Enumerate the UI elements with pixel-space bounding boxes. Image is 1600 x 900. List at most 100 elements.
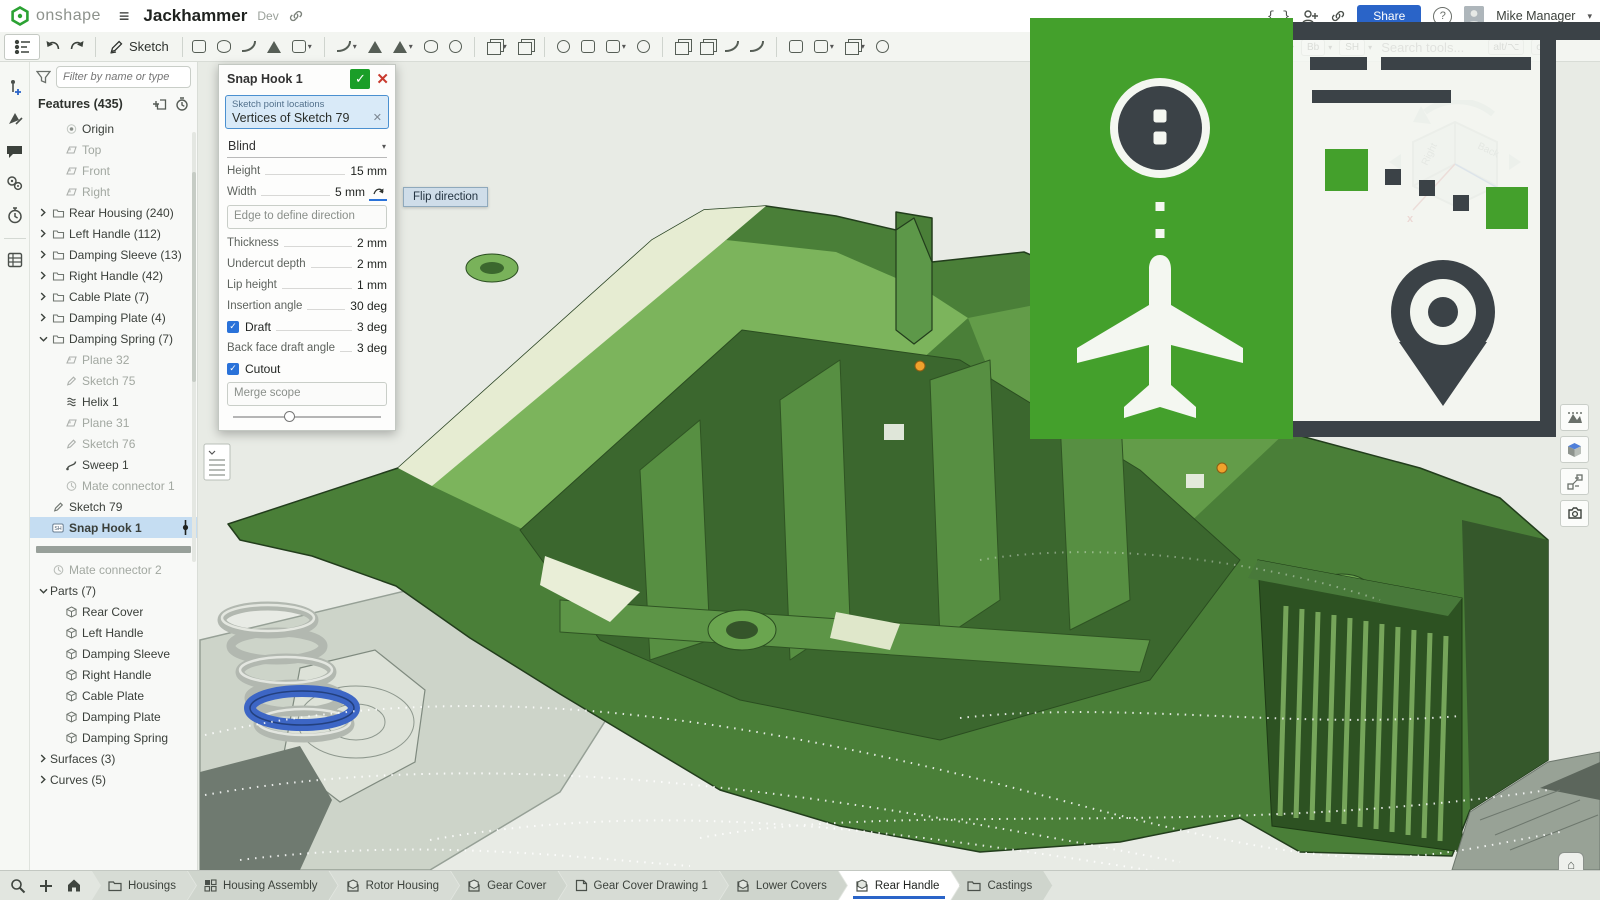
tree-item[interactable]: Rear Cover xyxy=(30,601,197,622)
tree-item[interactable]: Right Handle xyxy=(30,664,197,685)
feature-panel-scrollbar[interactable] xyxy=(192,132,196,562)
bom-table-icon[interactable] xyxy=(3,247,27,273)
tree-item[interactable]: Curves (5) xyxy=(30,769,197,790)
dialog-check-row[interactable]: ✓Draft3 deg xyxy=(219,316,395,337)
tree-item[interactable]: Damping Plate (4) xyxy=(30,307,197,328)
tab-housing-assembly[interactable]: Housing Assembly xyxy=(188,871,338,900)
opacity-slider[interactable] xyxy=(233,416,381,418)
field-value[interactable]: 2 mm xyxy=(357,257,387,271)
workspace-status[interactable]: Dev xyxy=(257,9,278,23)
dialog-field-row[interactable]: Height15 mm xyxy=(219,160,395,181)
sweep-icon[interactable] xyxy=(238,35,260,59)
configurations-icon[interactable] xyxy=(3,170,27,196)
tree-item[interactable]: Rear Housing (240) xyxy=(30,202,197,223)
dialog-field-row[interactable]: Width5 mm xyxy=(219,181,395,202)
tree-item[interactable]: Damping Sleeve (13) xyxy=(30,244,197,265)
boolean-icon[interactable] xyxy=(553,35,574,59)
dialog-field-row[interactable]: Undercut depth2 mm xyxy=(219,253,395,274)
tree-item[interactable]: Origin xyxy=(30,118,197,139)
selection-field[interactable]: Sketch point locations Vertices of Sketc… xyxy=(225,95,389,129)
tree-item[interactable]: Front xyxy=(30,160,197,181)
end-type-select[interactable]: Blind ▾ xyxy=(227,135,387,158)
tree-item[interactable]: Sketch 76 xyxy=(30,433,197,454)
camera-views-button[interactable] xyxy=(1560,500,1589,527)
thicken-icon[interactable]: ▾ xyxy=(288,35,316,59)
rollback-bar[interactable] xyxy=(36,546,191,553)
undo-button[interactable] xyxy=(40,35,65,59)
revolve-icon[interactable] xyxy=(213,35,235,59)
dialog-field-row[interactable]: Lip height1 mm xyxy=(219,274,395,295)
linear-pattern-icon[interactable]: ▾ xyxy=(483,35,511,59)
tree-expand-icon[interactable] xyxy=(36,335,50,343)
tree-item[interactable]: Right xyxy=(30,181,197,202)
fillet-icon[interactable]: ▾ xyxy=(333,35,361,59)
tab-castings[interactable]: Castings xyxy=(951,871,1052,900)
user-menu-caret-icon[interactable]: ▾ xyxy=(1587,11,1592,22)
user-name[interactable]: Mike Manager xyxy=(1496,9,1575,23)
cancel-button[interactable]: ✕ xyxy=(376,70,389,88)
history-icon[interactable] xyxy=(3,202,27,228)
tab-rotor-housing[interactable]: Rotor Housing xyxy=(330,871,460,900)
feature-filter-input[interactable] xyxy=(56,66,191,88)
tree-item[interactable]: Plane 31 xyxy=(30,412,197,433)
update-references-icon[interactable] xyxy=(746,35,768,59)
tree-item[interactable]: Right Handle (42) xyxy=(30,265,197,286)
link-icon[interactable] xyxy=(289,9,303,23)
publish-icon[interactable] xyxy=(721,35,743,59)
shell-icon[interactable] xyxy=(420,35,442,59)
sketch-point[interactable] xyxy=(915,361,925,371)
tree-item[interactable]: Damping Spring (7) xyxy=(30,328,197,349)
home-tab-button[interactable] xyxy=(62,874,86,898)
tab-lower-covers[interactable]: Lower Covers xyxy=(720,871,847,900)
tree-item[interactable]: Damping Sleeve xyxy=(30,643,197,664)
annotation-icon[interactable] xyxy=(3,106,27,132)
tree-item[interactable]: Damping Spring xyxy=(30,727,197,748)
history-icon[interactable] xyxy=(872,35,893,59)
hole-icon[interactable] xyxy=(445,35,466,59)
tab-rear-handle[interactable]: Rear Handle xyxy=(839,871,960,900)
section-view-button[interactable] xyxy=(1560,404,1589,431)
tree-item[interactable]: Plane 32 xyxy=(30,349,197,370)
field-value[interactable]: 15 mm xyxy=(350,164,387,178)
redo-button[interactable] xyxy=(65,35,90,59)
add-tab-button[interactable] xyxy=(34,874,58,898)
tree-item[interactable]: Mate connector 2 xyxy=(30,559,197,580)
sketch-point[interactable] xyxy=(1217,463,1227,473)
collapsed-dialog-flyout[interactable] xyxy=(204,444,230,480)
import-icon[interactable] xyxy=(671,35,693,59)
tree-item[interactable]: Cable Plate (7) xyxy=(30,286,197,307)
clear-selection-icon[interactable]: ✕ xyxy=(373,111,382,124)
loft-icon[interactable] xyxy=(263,35,285,59)
add-folder-icon[interactable] xyxy=(151,98,167,111)
rollback-handle-icon[interactable] xyxy=(182,520,189,535)
tree-expand-icon[interactable] xyxy=(36,313,50,322)
onshape-logo[interactable]: onshape xyxy=(10,6,101,26)
insert-assembly-icon[interactable]: ▾ xyxy=(810,35,838,59)
confirm-button[interactable]: ✓ xyxy=(350,69,370,89)
flip-direction-button[interactable] xyxy=(369,182,387,201)
insert-element-icon[interactable] xyxy=(3,74,27,100)
comment-icon[interactable] xyxy=(3,138,27,164)
tree-item[interactable]: Mate connector 1 xyxy=(30,475,197,496)
tree-expand-icon[interactable] xyxy=(36,229,50,238)
field-value[interactable]: 1 mm xyxy=(357,278,387,292)
field-value[interactable]: 2 mm xyxy=(357,236,387,250)
transform-icon[interactable]: ▾ xyxy=(602,35,630,59)
tree-item[interactable]: Sketch 79 xyxy=(30,496,197,517)
view-cube-button[interactable] xyxy=(1560,436,1589,463)
slider-knob[interactable] xyxy=(284,411,295,422)
tree-item[interactable]: Surfaces (3) xyxy=(30,748,197,769)
field-value[interactable]: 3 deg xyxy=(357,320,387,334)
tree-expand-icon[interactable] xyxy=(36,292,50,301)
feature-list-toggle-button[interactable] xyxy=(4,34,40,60)
tree-item[interactable]: Sweep 1 xyxy=(30,454,197,475)
tree-item[interactable]: Sketch 75 xyxy=(30,370,197,391)
search-tabs-button[interactable] xyxy=(6,874,30,898)
extrude-icon[interactable] xyxy=(188,35,210,59)
tree-expand-icon[interactable] xyxy=(36,754,50,763)
dialog-field-row[interactable]: Insertion angle30 deg xyxy=(219,295,395,316)
checkbox-checked[interactable]: ✓ xyxy=(227,363,239,375)
copy-link-icon[interactable] xyxy=(1331,9,1345,23)
delete-part-icon[interactable] xyxy=(633,35,654,59)
field-value[interactable]: 30 deg xyxy=(350,299,387,313)
